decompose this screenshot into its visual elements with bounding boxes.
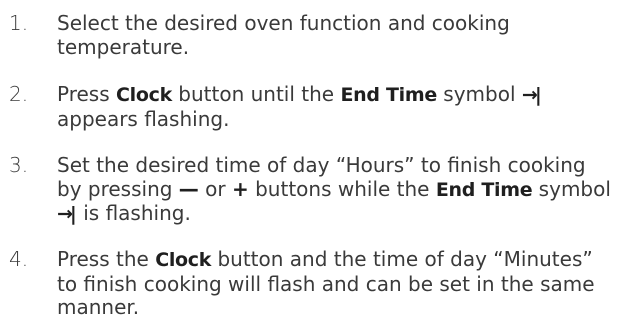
plus-icon: + [231, 176, 249, 201]
text-run: button until the [171, 82, 341, 106]
step-text: Set the desired time of day “Hours” to f… [57, 153, 627, 227]
text-run: button and the time of day “Minutes” [211, 247, 593, 271]
end-time-label: End Time [340, 84, 437, 106]
end-time-label: End Time [435, 178, 533, 201]
end-time-symbol-icon: →| [57, 203, 77, 225]
text-run: Press the [57, 247, 156, 271]
step-line: by pressing — or + buttons while the End… [57, 176, 627, 203]
step-number: 2. [9, 82, 29, 106]
step-number: 4. [9, 247, 29, 271]
step-line: appears flashing. [57, 106, 230, 131]
step-line: to finish cooking will flash and can be … [57, 271, 595, 296]
step-number: 1. [9, 11, 29, 35]
clock-button-label: Clock [116, 84, 172, 106]
step-line: →| is flashing. [57, 201, 627, 227]
step-line: Set the desired time of day “Hours” to f… [57, 153, 586, 177]
step-line: Press the Clock button and the time of d… [57, 247, 627, 273]
end-time-symbol-icon: →| [521, 84, 542, 106]
text-run: by pressing [57, 176, 179, 201]
step-line: manner. [57, 295, 140, 319]
minus-icon: — [178, 176, 199, 201]
step-number: 3. [9, 153, 29, 177]
text-run: or [198, 176, 232, 201]
text-run: buttons while the [248, 176, 436, 201]
step-line: temperature. [57, 34, 190, 59]
text-run: symbol [436, 82, 522, 106]
instruction-list: 1. Select the desired oven function and … [0, 0, 635, 320]
step-line: Press Clock button until the End Time sy… [57, 82, 627, 108]
step-text: Press the Clock button and the time of d… [57, 247, 627, 320]
step-text: Press Clock button until the End Time sy… [57, 82, 627, 131]
step-text: Select the desired oven function and coo… [57, 11, 627, 59]
text-run: Press [57, 82, 116, 106]
text-run: is flashing. [83, 201, 191, 225]
text-run: symbol [532, 176, 611, 201]
clock-button-label: Clock [155, 249, 212, 271]
step-line: Select the desired oven function and coo… [57, 11, 510, 35]
